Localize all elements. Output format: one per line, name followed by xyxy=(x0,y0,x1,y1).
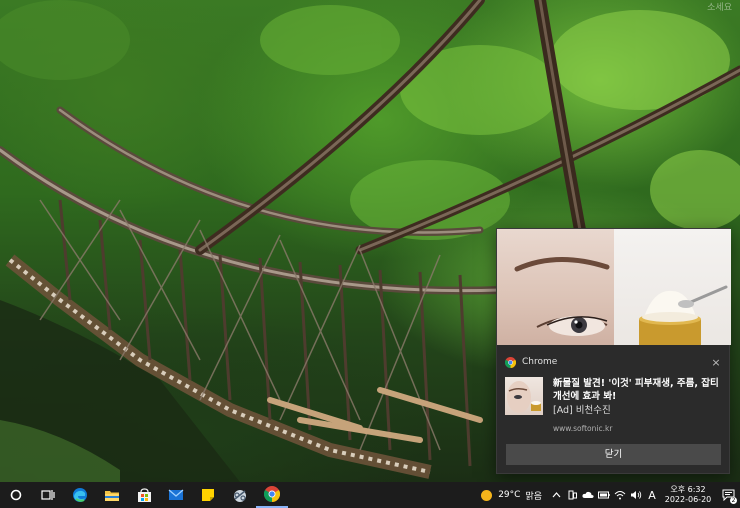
chrome-icon xyxy=(505,356,516,368)
close-notification-icon[interactable]: × xyxy=(709,356,723,369)
cortana-circle-icon xyxy=(10,489,22,501)
taskbar-snipping-tool[interactable] xyxy=(224,482,256,508)
chrome-icon xyxy=(264,486,280,502)
notification-title: 新물질 발견! '이것' 피부재생, 주름, 잡티 개선에 효과 봐! xyxy=(553,378,719,402)
show-hidden-icons-button[interactable] xyxy=(548,482,564,508)
tray-volume[interactable] xyxy=(628,482,644,508)
tray-phone[interactable] xyxy=(564,482,580,508)
system-tray: 29°C 맑음 A 오후 6:32 2022-06-20 2 xyxy=(475,482,740,508)
tray-onedrive[interactable] xyxy=(580,482,596,508)
input-indicator[interactable]: A xyxy=(644,482,660,508)
tray-wifi[interactable] xyxy=(612,482,628,508)
sticky-notes-icon xyxy=(202,489,214,501)
action-center-button[interactable]: 2 xyxy=(716,482,740,508)
notification-count-badge: 2 xyxy=(730,497,737,504)
taskbar-chrome[interactable] xyxy=(256,482,288,508)
weather-condition: 맑음 xyxy=(525,491,542,502)
battery-icon xyxy=(598,491,610,499)
taskbar-mail[interactable] xyxy=(160,482,192,508)
snipping-tool-icon xyxy=(234,490,246,502)
dismiss-button[interactable]: 닫기 xyxy=(506,444,721,465)
folder-icon xyxy=(105,491,119,501)
notification-header: Chrome × xyxy=(505,355,723,369)
taskbar-edge[interactable] xyxy=(64,482,96,508)
watermark-text: 소세요 xyxy=(707,3,732,13)
task-view-button[interactable] xyxy=(32,482,64,508)
clock-time: 오후 6:32 xyxy=(670,485,706,494)
edge-icon xyxy=(73,488,87,502)
chrome-notification-toast[interactable]: Chrome × 新물질 발견! '이것' 피부재생, 주름, 잡티 개선에 효… xyxy=(496,228,731,474)
store-icon xyxy=(137,487,151,502)
taskbar-file-explorer[interactable] xyxy=(96,482,128,508)
clock-date: 2022-06-20 xyxy=(664,495,712,504)
notification-body[interactable]: 新물질 발견! '이것' 피부재생, 주름, 잡티 개선에 효과 봐! [Ad]… xyxy=(505,377,723,437)
sun-icon xyxy=(481,489,493,501)
taskbar: 29°C 맑음 A 오후 6:32 2022-06-20 2 xyxy=(0,482,740,508)
taskbar-clock[interactable]: 오후 6:32 2022-06-20 xyxy=(660,485,716,505)
hero-eye-photo xyxy=(497,229,614,345)
task-view-icon xyxy=(41,490,55,500)
chevron-up-icon xyxy=(552,492,560,498)
weather-temp: 29°C xyxy=(498,490,521,500)
notification-source-url: www.softonic.kr xyxy=(553,424,613,433)
start-button[interactable] xyxy=(0,482,32,508)
weather-widget[interactable]: 29°C 맑음 xyxy=(475,489,548,502)
phone-link-icon xyxy=(568,490,577,500)
notification-subtitle: [Ad] 비천수진 xyxy=(553,405,611,416)
notification-thumbnail xyxy=(505,377,543,415)
taskbar-sticky-notes[interactable] xyxy=(192,482,224,508)
wifi-icon xyxy=(614,491,626,500)
notification-hero-image[interactable] xyxy=(497,229,731,345)
hero-cream-jar-photo xyxy=(614,229,731,345)
mail-icon xyxy=(168,489,184,500)
speaker-icon xyxy=(631,491,642,499)
taskbar-store[interactable] xyxy=(128,482,160,508)
cloud-icon xyxy=(582,491,594,498)
tray-battery[interactable] xyxy=(596,482,612,508)
notification-app-name: Chrome xyxy=(522,357,558,367)
